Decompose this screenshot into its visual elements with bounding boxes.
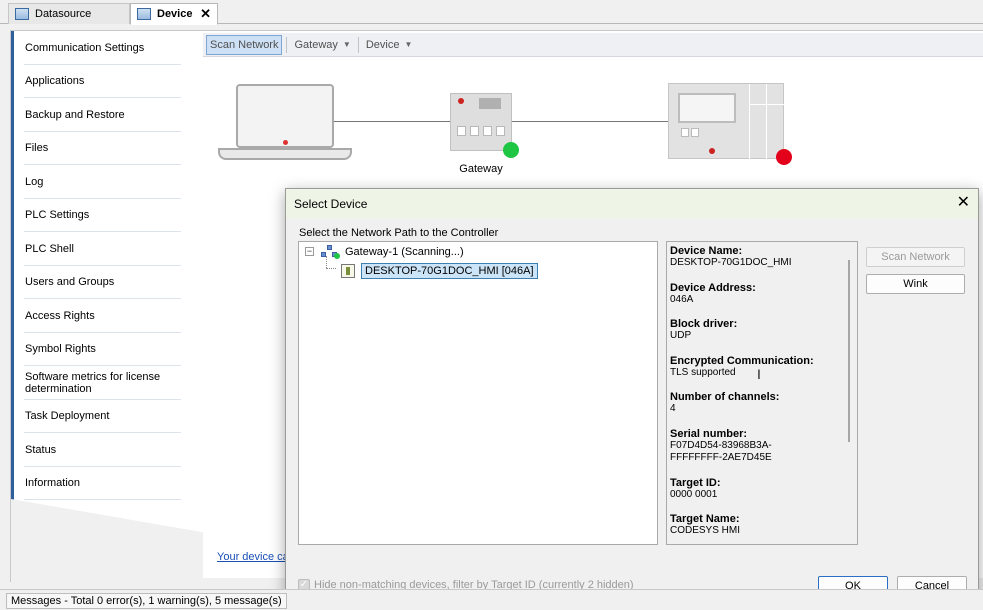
device-info-label: Number of channels:: [670, 391, 780, 403]
nav-item-plc-settings[interactable]: PLC Settings: [11, 198, 203, 232]
device-info-value: 046A: [670, 293, 694, 305]
communication-toolbar: Scan Network Gateway ▼ Device ▼: [203, 33, 983, 57]
device-info-value: F07D4D54-83968B3A- FFFFFFFF-2AE7D45E: [670, 439, 772, 464]
device-menu-label: Device: [365, 38, 400, 51]
nav-item-symbol-rights[interactable]: Symbol Rights: [11, 332, 203, 366]
device-info-value: UDP: [670, 330, 692, 341]
device-info-label: Serial number:: [670, 427, 748, 440]
close-tab-icon[interactable]: ✕: [200, 6, 211, 22]
laptop-base: [218, 148, 352, 160]
tab-device[interactable]: Device ✕: [130, 3, 218, 25]
device-info-label: Block driver:: [670, 318, 738, 330]
device-menu-button[interactable]: Device ▼: [363, 35, 416, 55]
chevron-down-icon: ▼: [404, 40, 413, 49]
messages-summary[interactable]: Messages - Total 0 error(s), 1 warning(s…: [6, 593, 287, 609]
gateway-menu-label: Gateway: [294, 38, 338, 51]
nav-item-backup-and-restore[interactable]: Backup and Restore: [11, 98, 203, 132]
laptop-indicator: [283, 140, 288, 145]
wink-button[interactable]: Wink: [866, 274, 965, 294]
gateway-menu-button[interactable]: Gateway ▼: [291, 35, 353, 55]
nav-item-communication-settings[interactable]: Communication Settings: [11, 31, 203, 65]
laptop-icon: [236, 84, 334, 148]
gateway-led: [458, 98, 464, 104]
device-info-label: Target Name:: [670, 513, 740, 525]
gateway-port: [496, 126, 505, 136]
chevron-down-icon: ▼: [342, 40, 351, 49]
dialog-title-bar: Select Device ✕: [286, 189, 978, 218]
tree-node-device[interactable]: DESKTOP-70G1DOC_HMI [046A]: [341, 262, 538, 280]
plc-divider: [749, 104, 785, 105]
plc-led: [709, 148, 715, 154]
nav-item-files[interactable]: Files: [11, 131, 203, 165]
device-info-label: Target ID:: [670, 476, 721, 489]
plc-divider: [766, 84, 767, 160]
status-bar: Messages - Total 0 error(s), 1 warning(s…: [0, 589, 983, 610]
nav-item-users-and-groups[interactable]: Users and Groups: [11, 265, 203, 299]
gateway-port: [470, 126, 479, 136]
device-info-label: Device Name:: [670, 245, 743, 257]
device-info-list: Device Name: DESKTOP-70G1DOC_HMI Device Ad…: [670, 245, 842, 544]
scrollbar-thumb[interactable]: [848, 260, 850, 442]
nav-item-access-rights[interactable]: Access Rights: [11, 299, 203, 333]
nav-item-applications[interactable]: Applications: [11, 64, 203, 98]
gateway-port: [483, 126, 492, 136]
plc-device-icon: [341, 264, 355, 278]
toolbar-separator: [357, 36, 359, 53]
device-info-value: TLS supported: [670, 366, 736, 378]
collapse-icon[interactable]: −: [305, 247, 314, 256]
plc-screen: [678, 93, 736, 123]
tab-datasource[interactable]: Datasource: [8, 3, 130, 24]
tree-connector: [326, 268, 336, 269]
scan-network-toolbar-button[interactable]: Scan Network: [206, 34, 283, 55]
tab-label: Device: [157, 8, 193, 20]
nav-item-task-deployment[interactable]: Task Deployment: [11, 399, 203, 433]
tree-node-gateway[interactable]: Gateway-1 (Scanning...): [321, 244, 464, 260]
nav-item-information[interactable]: Information: [11, 466, 203, 500]
device-info-value: 4: [670, 403, 676, 414]
plc-port: [681, 128, 689, 137]
tree-node-label-selected: DESKTOP-70G1DOC_HMI [046A]: [361, 263, 538, 279]
tree-node-label: Gateway-1 (Scanning...): [345, 246, 464, 258]
device-help-link[interactable]: Your device ca: [217, 551, 289, 563]
network-gateway-icon: [321, 245, 340, 259]
nav-item-status[interactable]: Status: [11, 433, 203, 467]
gateway-status-indicator: [503, 142, 519, 158]
network-path-tree[interactable]: − Gateway-1 (Scanning...) DESKTOP-70G1DO…: [298, 241, 658, 545]
toolbar-separator: [286, 36, 288, 53]
nav-item-software-metrics[interactable]: Software metrics for license determinati…: [11, 366, 203, 400]
gateway-display: [479, 98, 501, 109]
gateway-device-icon[interactable]: [450, 93, 512, 151]
device-info-value: DESKTOP-70G1DOC_HMI: [670, 257, 792, 268]
network-link-line: [512, 121, 668, 122]
nav-page-fold: [11, 499, 205, 583]
gateway-label: Gateway: [459, 163, 503, 175]
plc-divider: [749, 84, 750, 160]
plc-device-icon[interactable]: [668, 83, 785, 160]
device-info-value: CODESYS HMI: [670, 525, 741, 536]
device-info-value: 0000 0001: [670, 488, 718, 500]
device-icon: [137, 8, 151, 20]
close-icon[interactable]: ✕: [957, 192, 970, 212]
document-tab-strip: Datasource Device ✕: [0, 0, 983, 25]
device-info-panel: Device Name: DESKTOP-70G1DOC_HMI Device Ad…: [666, 241, 858, 545]
plc-port: [691, 128, 699, 137]
gateway-port: [457, 126, 466, 136]
scan-network-button[interactable]: Scan Network: [866, 247, 965, 267]
network-link-line: [334, 121, 450, 122]
nav-item-plc-shell[interactable]: PLC Shell: [11, 232, 203, 266]
device-info-label: Encrypted Communication:: [670, 354, 814, 367]
nav-item-log[interactable]: Log: [11, 165, 203, 199]
text-cursor-icon: I: [757, 366, 761, 382]
device-editor-nav: Communication Settings Applications Back…: [10, 30, 205, 583]
dialog-title: Select Device: [294, 196, 368, 211]
plc-status-indicator: [776, 149, 792, 165]
datasource-icon: [15, 8, 29, 20]
tab-label: Datasource: [35, 8, 92, 20]
select-device-dialog: Select Device ✕ Select the Network Path …: [285, 188, 979, 606]
device-info-label: Device Address:: [670, 281, 756, 294]
dialog-subtitle: Select the Network Path to the Controlle…: [299, 227, 499, 239]
